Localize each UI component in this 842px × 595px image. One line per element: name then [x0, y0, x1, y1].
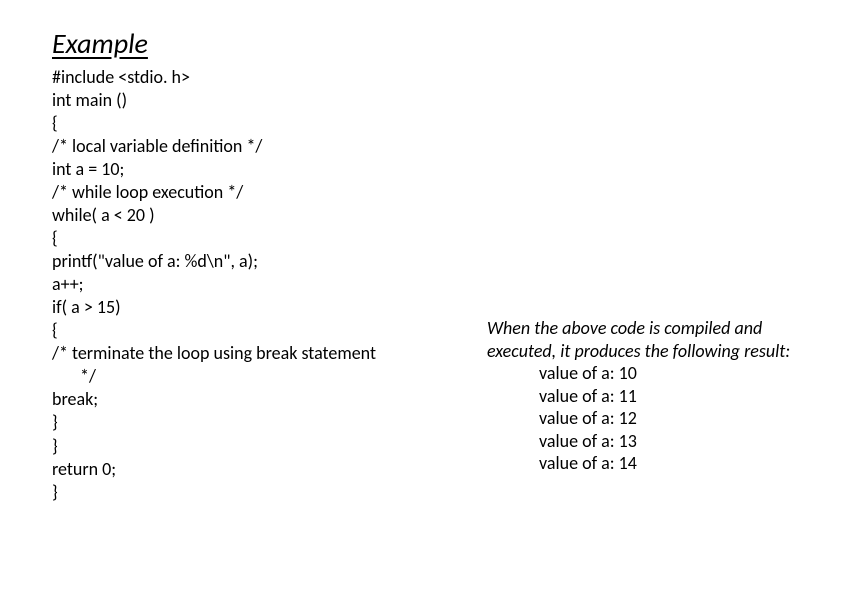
slide: Example #include <stdio. h> int main () … — [0, 0, 842, 595]
code-line: /* terminate the loop using break statem… — [52, 342, 452, 365]
output-line: value of a: 10 — [487, 362, 807, 385]
code-line: /* while loop execution */ — [52, 181, 452, 204]
code-line: return 0; — [52, 458, 452, 481]
output-line: value of a: 11 — [487, 385, 807, 408]
code-line: #include <stdio. h> — [52, 66, 452, 89]
output-line: value of a: 12 — [487, 407, 807, 430]
code-block: #include <stdio. h> int main () { /* loc… — [52, 66, 452, 504]
code-line: while( a < 20 ) — [52, 204, 452, 227]
code-line: /* local variable definition */ — [52, 135, 452, 158]
code-line: break; — [52, 388, 452, 411]
code-line: { — [52, 319, 452, 342]
code-line: printf("value of a: %d\n", a); — [52, 250, 452, 273]
code-line: if( a > 15) — [52, 296, 452, 319]
code-line: int a = 10; — [52, 158, 452, 181]
code-line: int main () — [52, 89, 452, 112]
result-intro: When the above code is compiled and exec… — [487, 317, 807, 362]
output-line: value of a: 14 — [487, 452, 807, 475]
output-line: value of a: 13 — [487, 430, 807, 453]
code-line-indent: */ — [52, 365, 452, 388]
code-line: { — [52, 112, 452, 135]
code-line: { — [52, 227, 452, 250]
code-line: } — [52, 411, 452, 434]
code-line: } — [52, 435, 452, 458]
code-line: a++; — [52, 273, 452, 296]
slide-title: Example — [52, 26, 148, 61]
result-block: When the above code is compiled and exec… — [487, 317, 807, 475]
code-line: } — [52, 481, 452, 504]
